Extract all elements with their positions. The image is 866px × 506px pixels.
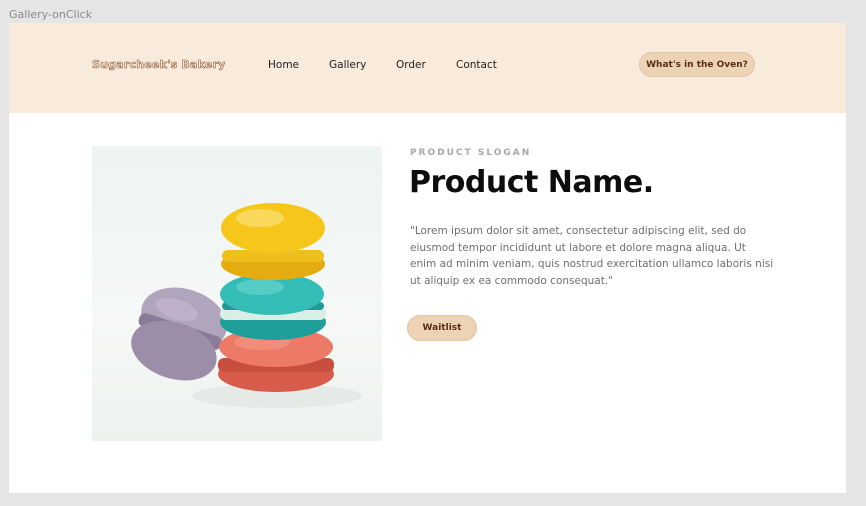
whats-in-oven-button[interactable]: What's in the Oven? [639, 52, 755, 77]
nav-gallery[interactable]: Gallery [329, 59, 366, 71]
site-logo[interactable]: Sugarcheek's Bakery [92, 58, 226, 72]
product-name: Product Name. [409, 165, 654, 200]
macarons-photo-icon [131, 203, 362, 408]
nav-home[interactable]: Home [268, 59, 299, 71]
site-header: Sugarcheek's Bakery Home Gallery Order C… [9, 23, 846, 113]
frame-label: Gallery-onClick [9, 8, 93, 21]
nav-order[interactable]: Order [396, 59, 426, 71]
nav-contact[interactable]: Contact [456, 59, 497, 71]
product-image [92, 146, 382, 441]
page-frame: Sugarcheek's Bakery Home Gallery Order C… [9, 23, 846, 493]
product-description: "Lorem ipsum dolor sit amet, consectetur… [410, 225, 774, 287]
waitlist-button[interactable]: Waitlist [407, 315, 477, 341]
product-slogan: PRODUCT SLOGAN [410, 148, 532, 158]
